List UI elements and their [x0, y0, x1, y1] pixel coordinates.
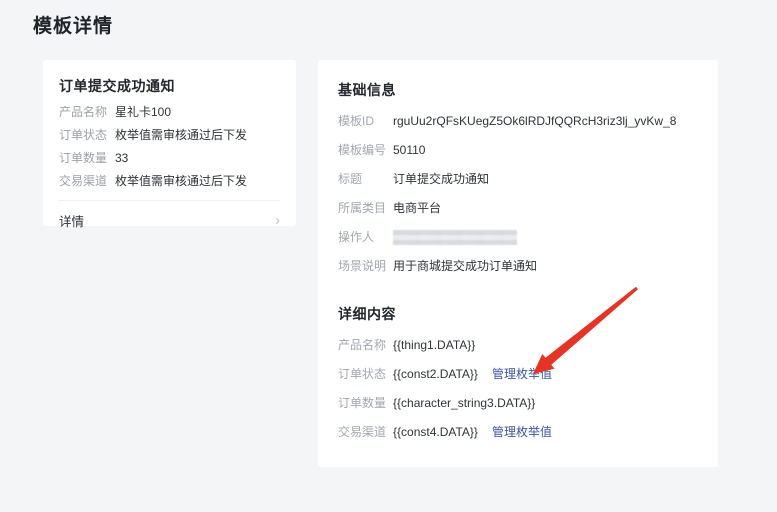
info-field-row: 所属类目 电商平台 [338, 201, 698, 216]
content-field-row: 订单状态 {{const2.DATA}} 管理枚举值 [338, 367, 698, 382]
detail-link[interactable]: 详情 [59, 211, 84, 230]
field-value: 50110 [393, 143, 425, 158]
content-field-row: 交易渠道 {{const4.DATA}} 管理枚举值 [338, 425, 698, 440]
summary-field-row: 交易渠道 枚举值需审核通过后下发 [59, 175, 280, 188]
summary-field-row: 订单数量 33 [59, 152, 280, 165]
field-label: 产品名称 [338, 338, 393, 353]
field-label: 所属类目 [338, 201, 393, 216]
summary-card-title: 订单提交成功通知 [59, 76, 280, 96]
info-field-row: 模板编号 50110 [338, 143, 698, 158]
field-label: 交易渠道 [338, 425, 393, 440]
detail-footer-row[interactable]: 详情 › [59, 211, 280, 230]
field-label: 交易渠道 [59, 175, 115, 188]
content-field-row: 产品名称 {{thing1.DATA}} [338, 338, 698, 353]
placeholder-value: {{character_string3.DATA}} [393, 396, 535, 411]
field-label: 模板ID [338, 114, 393, 129]
field-value: 33 [115, 152, 128, 165]
info-field-row: 场景说明 用于商城提交成功订单通知 [338, 259, 698, 274]
chevron-right-icon: › [275, 215, 280, 227]
field-value: 订单提交成功通知 [393, 172, 489, 187]
placeholder-value: {{const2.DATA}} [393, 367, 478, 382]
field-label: 标题 [338, 172, 393, 187]
field-value: 星礼卡100 [115, 106, 171, 119]
info-field-row: 操作人 [338, 230, 698, 245]
summary-field-row: 订单状态 枚举值需审核通过后下发 [59, 129, 280, 142]
field-label: 操作人 [338, 230, 393, 245]
basic-info-title: 基础信息 [338, 80, 698, 100]
field-label: 订单状态 [338, 367, 393, 382]
divider [59, 200, 280, 201]
template-detail-page: 模板详情 订单提交成功通知 产品名称 星礼卡100 订单状态 枚举值需审核通过后… [0, 0, 777, 512]
field-value: 用于商城提交成功订单通知 [393, 259, 537, 274]
field-value: 枚举值需审核通过后下发 [115, 129, 247, 142]
field-label: 订单数量 [338, 396, 393, 411]
info-field-row: 模板ID rguUu2rQFsKUegZ5Ok6lRDJfQQRcH3riz3l… [338, 114, 698, 129]
manage-enum-link[interactable]: 管理枚举值 [492, 367, 552, 382]
content-field-row: 订单数量 {{character_string3.DATA}} [338, 396, 698, 411]
template-id-value: rguUu2rQFsKUegZ5Ok6lRDJfQQRcH3riz3lj_yvK… [393, 114, 676, 129]
manage-enum-link[interactable]: 管理枚举值 [492, 425, 552, 440]
field-label: 产品名称 [59, 106, 115, 119]
detail-card: 基础信息 模板ID rguUu2rQFsKUegZ5Ok6lRDJfQQRcH3… [318, 60, 718, 467]
detail-content-title: 详细内容 [338, 304, 698, 324]
field-label: 模板编号 [338, 143, 393, 158]
field-value: 枚举值需审核通过后下发 [115, 175, 247, 188]
placeholder-value: {{thing1.DATA}} [393, 338, 475, 353]
redacted-operator-value [393, 230, 517, 245]
field-label: 场景说明 [338, 259, 393, 274]
summary-card: 订单提交成功通知 产品名称 星礼卡100 订单状态 枚举值需审核通过后下发 订单… [43, 60, 296, 226]
field-label: 订单状态 [59, 129, 115, 142]
summary-field-row: 产品名称 星礼卡100 [59, 106, 280, 119]
placeholder-value: {{const4.DATA}} [393, 425, 478, 440]
info-field-row: 标题 订单提交成功通知 [338, 172, 698, 187]
field-value: 电商平台 [393, 201, 441, 216]
field-label: 订单数量 [59, 152, 115, 165]
page-title: 模板详情 [33, 11, 113, 38]
